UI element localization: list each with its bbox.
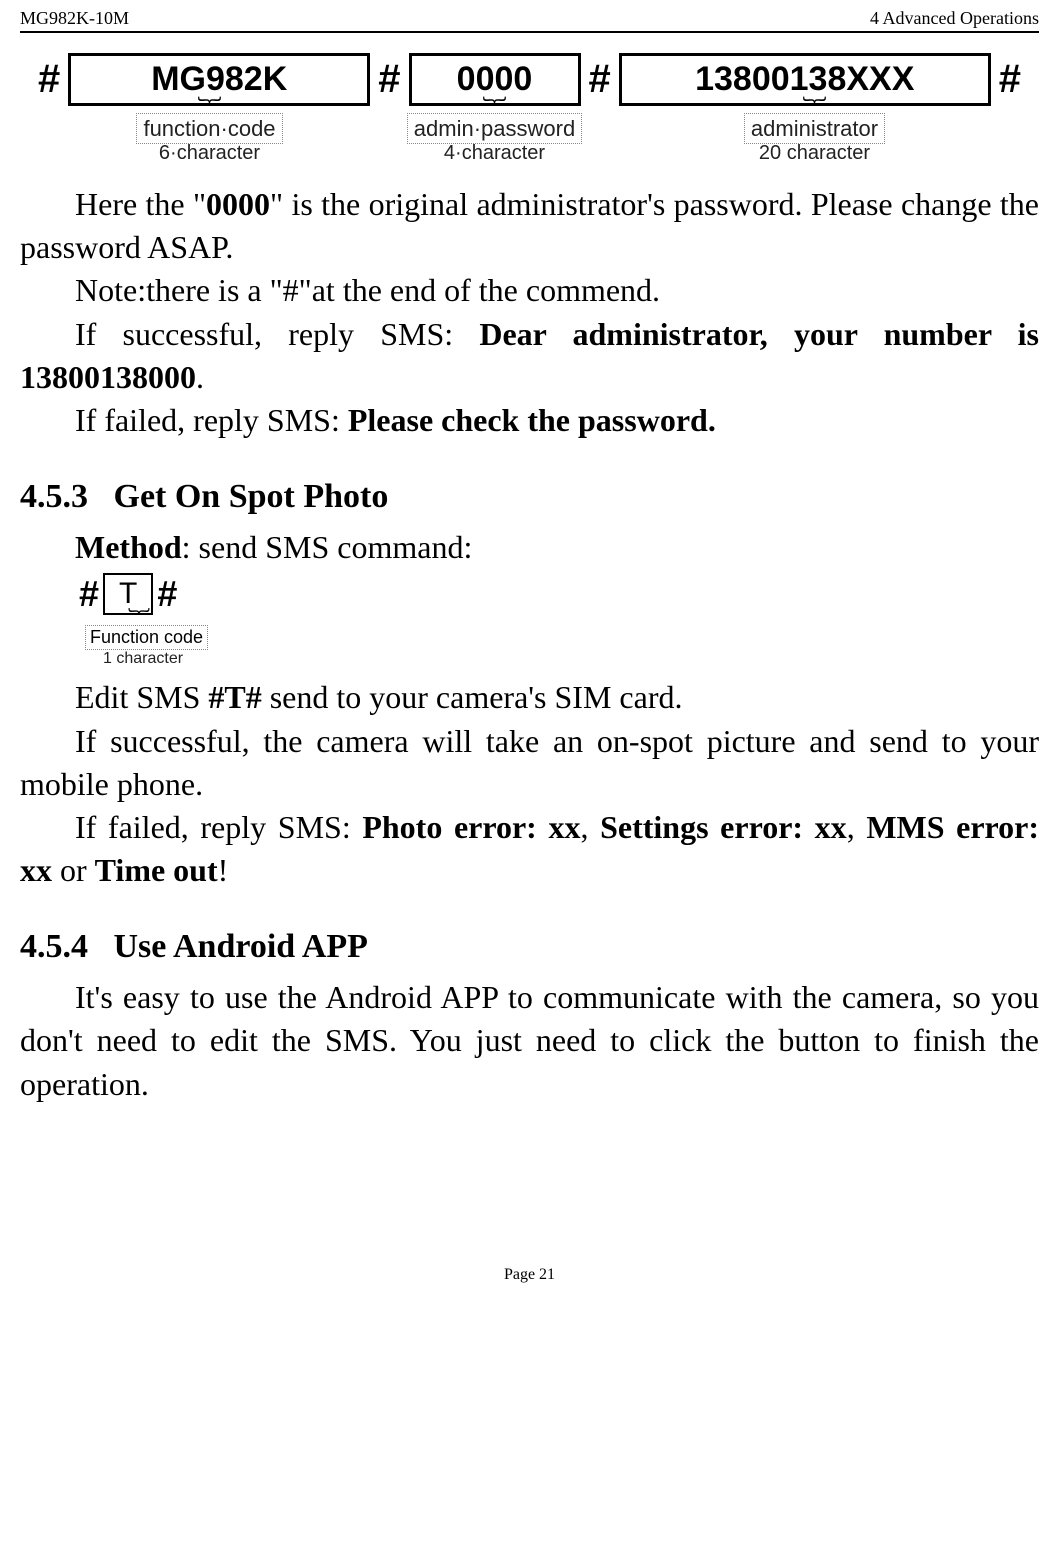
admin-password-count: 4·character (380, 142, 610, 165)
t-command-diagram: # T # ︸ Function code 1 character (75, 573, 1039, 668)
paragraph-success: If successful, reply SMS: Dear administr… (20, 313, 1039, 399)
function-code-label: function·code (136, 113, 282, 144)
brace-icon: ︸ (109, 615, 169, 625)
function-code-count: 6·character (80, 142, 340, 165)
section-453-heading: 4.5.3 Get On Spot Photo (20, 478, 1039, 516)
hash-symbol: # (995, 57, 1025, 102)
paragraph-android-app: It's easy to use the Android APP to comm… (20, 976, 1039, 1106)
paragraph-password: Here the "0000" is the original administ… (20, 183, 1039, 269)
administrator-label: administrator (744, 113, 885, 144)
admin-password-label: admin·password (407, 113, 582, 144)
sms-format-diagram: # MG982K # 0000 # 13800138XXX # ︸ ︸ ︸ fu… (20, 53, 1039, 165)
header-right: 4 Advanced Operations (870, 8, 1039, 29)
hash-symbol: # (75, 573, 103, 615)
page-footer: Page 21 (20, 1266, 1039, 1284)
paragraph-failed: If failed, reply SMS: Please check the p… (20, 399, 1039, 442)
method-line: Method: send SMS command: (20, 526, 1039, 569)
header-left: MG982K-10M (20, 8, 129, 29)
hash-symbol: # (153, 573, 181, 615)
paragraph-success-photo: If successful, the camera will take an o… (20, 720, 1039, 806)
hash-symbol: # (585, 57, 615, 102)
hash-symbol: # (374, 57, 404, 102)
section-454-heading: 4.5.4 Use Android APP (20, 928, 1039, 966)
paragraph-edit-sms: Edit SMS #T# send to your camera's SIM c… (20, 676, 1039, 719)
function-code-label-small: Function code (85, 625, 208, 650)
paragraph-note: Note:there is a "#"at the end of the com… (20, 269, 1039, 312)
paragraph-failed-photo: If failed, reply SMS: Photo error: xx, S… (20, 806, 1039, 892)
function-code-count-small: 1 character (103, 650, 1039, 668)
hash-symbol: # (34, 57, 64, 102)
administrator-count: 20 character (650, 142, 980, 165)
page-header: MG982K-10M 4 Advanced Operations (20, 8, 1039, 33)
